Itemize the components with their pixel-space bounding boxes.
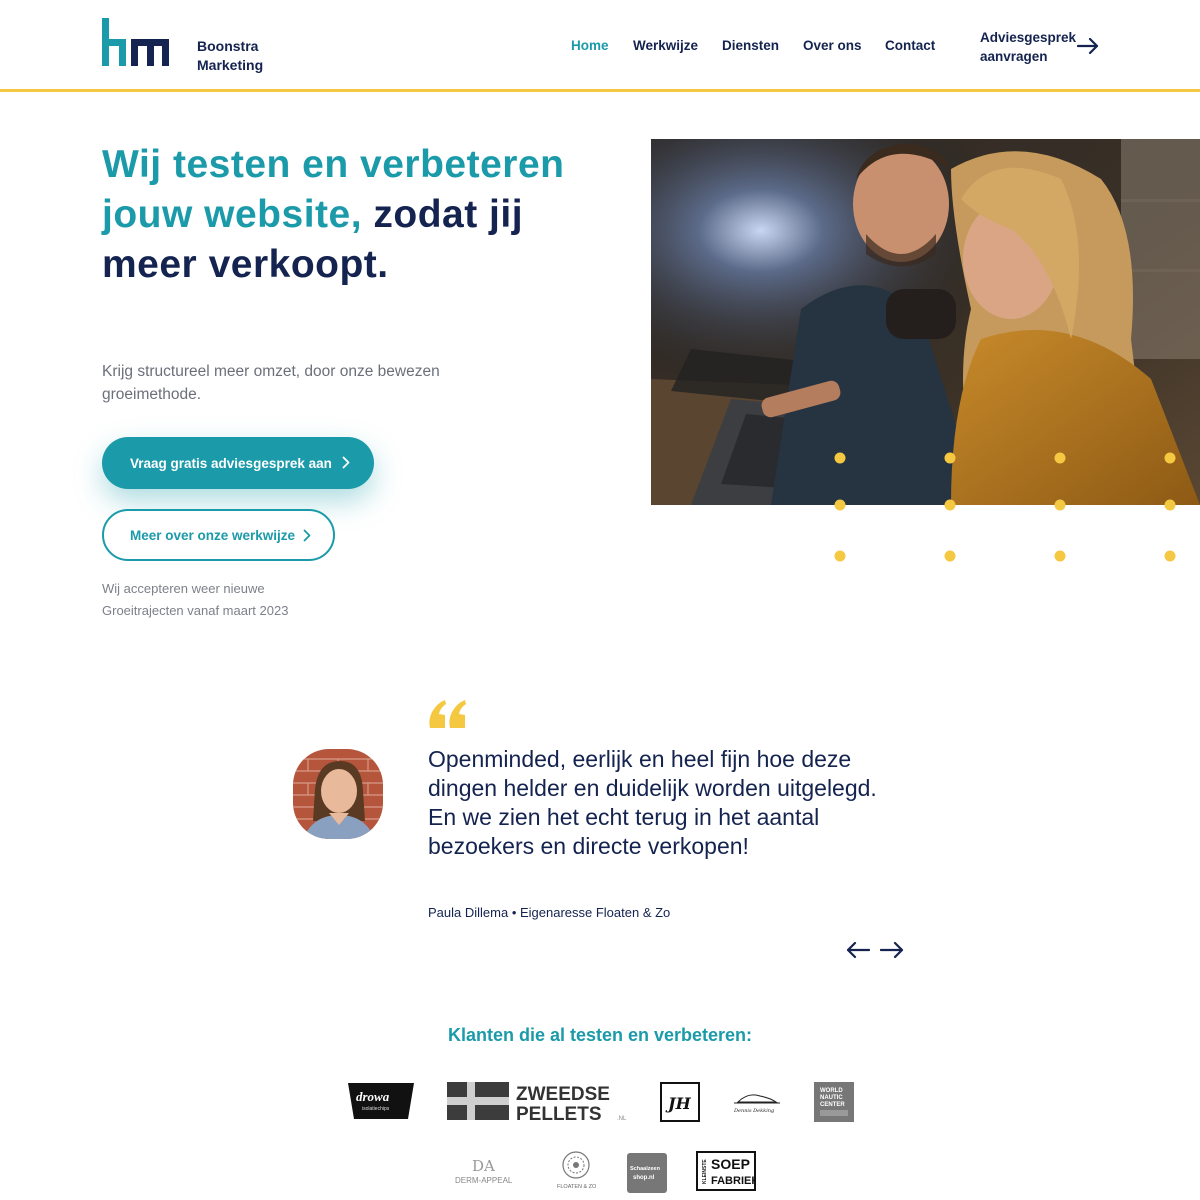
testimonial-avatar <box>293 749 383 839</box>
client-wnc-line1: WORLD <box>820 1088 843 1094</box>
client-schaalzeen-line2: shop.nl <box>633 1175 655 1181</box>
client-zweedse-line2: PELLETS <box>516 1104 602 1124</box>
free-consultation-button[interactable]: Vraag gratis adviesgesprek aan <box>102 437 374 489</box>
chevron-right-icon <box>342 456 350 469</box>
testimonial-author: Paula Dillema • Eigenaresse Floaten & Zo <box>428 905 671 920</box>
client-wnc-line3: CENTER <box>820 1102 845 1108</box>
chevron-right-icon <box>303 529 311 542</box>
client-logo-floaten-zo: FLOATEN & ZO <box>553 1150 599 1192</box>
nav-diensten[interactable]: Diensten <box>722 38 779 53</box>
client-logo-world-nautic-center: WORLD NAUTIC CENTER <box>814 1082 854 1122</box>
client-soep-line2: SOEP <box>711 1156 750 1172</box>
header-cta-line1: Adviesgesprek <box>980 30 1077 45</box>
next-testimonial-button[interactable] <box>879 940 905 962</box>
client-logo-kleinste-soepfabriek: KLEINSTE SOEP FABRIEK <box>696 1151 756 1191</box>
header-cta-label: Adviesgesprek aanvragen <box>980 28 1076 66</box>
logo-text-line2: Marketing <box>197 57 264 73</box>
availability-note-line2: Groeitrajecten vanaf maart 2023 <box>102 603 289 618</box>
availability-note-line1: Wij accepteren weer nieuwe <box>102 581 265 596</box>
header-cta-line2: aanvragen <box>980 49 1048 64</box>
client-jh-text: JH <box>665 1094 692 1113</box>
arrow-right-icon <box>879 941 904 958</box>
client-logo-schaalzeen: Schaalzeen shop.nl <box>627 1153 667 1193</box>
client-logo-dennis-dekking: Dennis Dekking <box>730 1088 784 1118</box>
client-floaten-text: FLOATEN & ZO <box>557 1184 597 1190</box>
client-logo-drowa: drowa isolatiechips <box>346 1081 416 1121</box>
client-logo-jh: JH <box>660 1082 700 1122</box>
nav-over-ons[interactable]: Over ons <box>803 38 862 53</box>
client-drowa-sub: isolatiechips <box>362 1106 390 1112</box>
hero-title: Wij testen en verbeteren jouw website, z… <box>102 140 572 290</box>
clients-title: Klanten die al testen en verbeteren: <box>447 1025 753 1045</box>
hero-subtitle: Krijg structureel meer omzet, door onze … <box>102 363 440 403</box>
client-soep-line1: KLEINSTE <box>702 1159 708 1184</box>
method-button[interactable]: Meer over onze werkwijze <box>102 509 335 561</box>
client-soep-line3: FABRIEK <box>711 1175 756 1187</box>
client-logo-derm-appeal: DA DERM-APPEAL <box>452 1155 518 1189</box>
method-label: Meer over onze werkwijze <box>130 527 296 543</box>
nav-contact[interactable]: Contact <box>885 38 935 53</box>
client-wnc-line2: NAUTIC <box>820 1095 843 1101</box>
client-schaalzeen-line1: Schaalzeen <box>630 1166 661 1172</box>
client-derm-text: DERM-APPEAL <box>455 1176 513 1185</box>
quote-icon <box>429 700 466 728</box>
free-consultation-label: Vraag gratis adviesgesprek aan <box>130 455 332 471</box>
client-dennis-text: Dennis Dekking <box>733 1108 774 1114</box>
client-zweedse-nl: .NL <box>617 1116 627 1122</box>
client-derm-mark: DA <box>472 1157 495 1175</box>
arrow-right-icon <box>1077 38 1099 54</box>
nav-home[interactable]: Home <box>571 38 609 53</box>
testimonial-quote: Openminded, eerlijk en heel fijn hoe dez… <box>428 746 877 859</box>
hero-photo <box>651 139 1200 505</box>
nav-werkwijze[interactable]: Werkwijze <box>633 38 698 53</box>
site-header: Boonstra Marketing Home Werkwijze Dienst… <box>0 0 1200 92</box>
client-zweedse-line1: ZWEEDSE <box>516 1084 610 1105</box>
client-logo-zweedse-pellets: ZWEEDSE PELLETS .NL <box>447 1080 632 1124</box>
decorative-dots <box>834 452 1176 562</box>
client-drowa-text: drowa <box>356 1089 390 1104</box>
header-cta-link[interactable]: Adviesgesprek aanvragen <box>980 28 1100 68</box>
arrow-left-icon <box>846 941 871 958</box>
prev-testimonial-button[interactable] <box>845 940 871 962</box>
availability-note: Wij accepteren weer nieuwe Groeitrajecte… <box>102 578 288 622</box>
